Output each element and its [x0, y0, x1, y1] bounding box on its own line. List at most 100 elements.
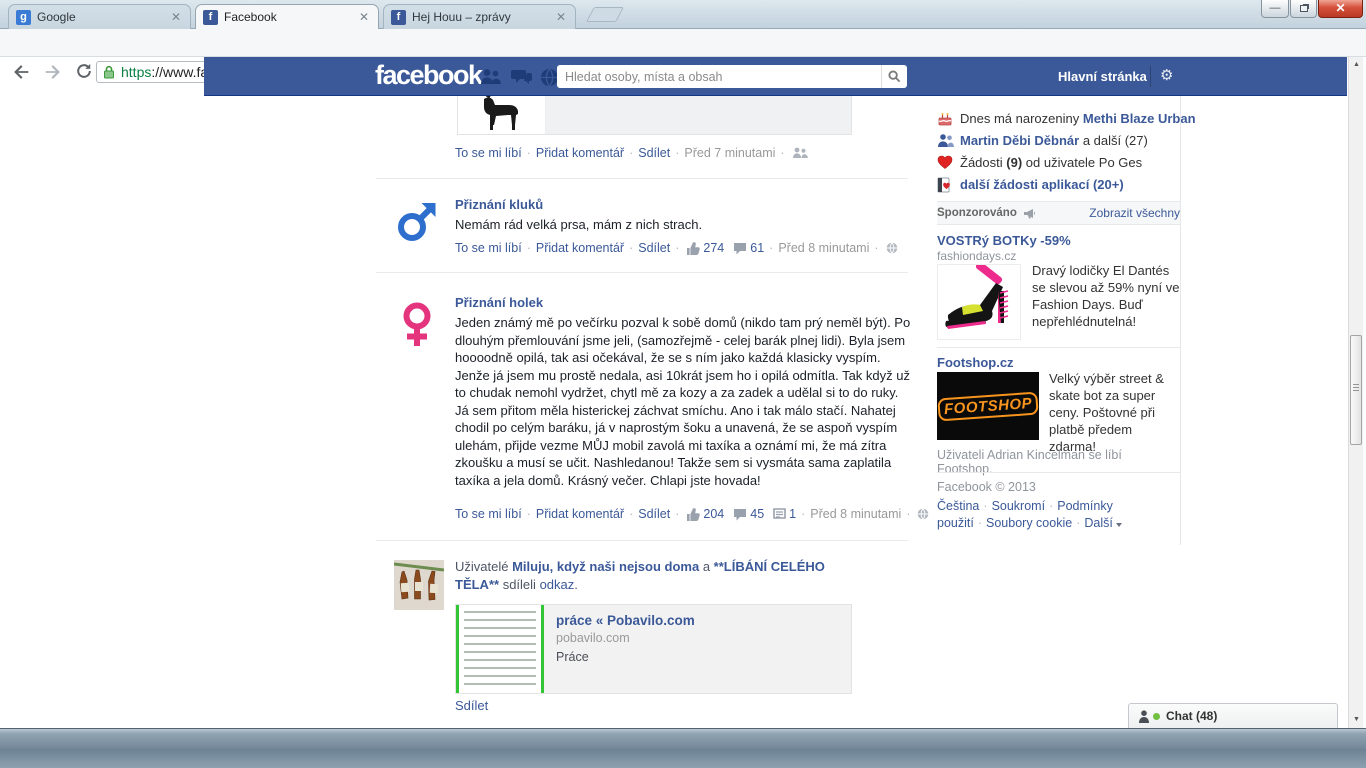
column-separator — [1180, 96, 1181, 545]
footer-link-cookies[interactable]: Soubory cookie — [974, 516, 1072, 530]
minimize-button[interactable]: — — [1261, 0, 1289, 18]
link-word[interactable]: odkaz — [540, 577, 575, 592]
share-link[interactable]: Sdílet — [638, 507, 670, 521]
share-count[interactable]: 1 — [789, 507, 796, 521]
tab-close-icon[interactable]: ✕ — [169, 10, 183, 24]
story-header: Uživatelé Miluju, když naši nejsou doma … — [455, 558, 845, 593]
windows-taskbar: S CS ▲ 15:14 18.5.2013 — [0, 728, 1366, 768]
post-attachment-preview[interactable] — [457, 96, 852, 135]
secure-lock-icon[interactable] — [103, 65, 115, 79]
home-link[interactable]: Hlavní stránka — [1058, 69, 1147, 84]
browser-toolbar: https://www.facebook.com ☆ — [0, 29, 1366, 83]
browser-tab-google[interactable]: g Google ✕ — [8, 4, 191, 29]
page-avatar-bottles[interactable] — [394, 560, 444, 610]
footer-link-language[interactable]: Čeština — [937, 499, 979, 513]
search-icon — [888, 70, 901, 83]
birthday-text: Dnes má narozeniny — [960, 111, 1080, 126]
comment-count-icon — [733, 508, 747, 521]
ad2-footshop-image[interactable]: FOOTSHOP — [937, 372, 1039, 440]
app-requests-link[interactable]: další žádosti aplikací (20+) — [960, 177, 1124, 192]
tab-close-icon[interactable]: ✕ — [357, 10, 371, 24]
heart-icon — [937, 155, 954, 171]
share-link[interactable]: Sdílet — [455, 698, 488, 713]
back-button[interactable] — [10, 61, 34, 83]
page-avatar-male-symbol[interactable] — [394, 199, 440, 245]
page-link-1[interactable]: Miluju, když naši nejsou doma — [512, 559, 699, 574]
share-link[interactable]: Sdílet — [638, 146, 670, 160]
request-name-link[interactable]: Martin Děbi Děbnár — [960, 133, 1079, 148]
ad1-title-link[interactable]: VOSTRý BOTKy -59% — [937, 233, 1071, 248]
comment-link[interactable]: Přidat komentář — [536, 241, 624, 255]
scroll-down-icon[interactable]: ▼ — [1349, 712, 1364, 728]
request-suffix: a další (27) — [1082, 133, 1148, 148]
ad1-shoe-image[interactable] — [937, 261, 1021, 340]
messages-icon[interactable] — [510, 68, 532, 86]
more-app-requests-notification[interactable]: další žádosti aplikací (20+) — [937, 176, 1180, 196]
like-link[interactable]: To se mi líbí — [455, 241, 522, 255]
comment-count[interactable]: 61 — [750, 241, 764, 255]
facebook-header: facebook Hlavní stránka ⚙ — [204, 57, 1347, 96]
sponsored-header: Sponzorováno Zobrazit všechny — [937, 201, 1180, 225]
comment-count-icon — [733, 242, 747, 255]
page-scrollbar[interactable]: ▲ ▼ — [1348, 57, 1363, 728]
reload-button[interactable] — [74, 61, 98, 83]
feed-divider — [376, 178, 908, 179]
facebook-logo[interactable]: facebook — [375, 60, 483, 91]
birthday-notification[interactable]: Dnes má narozeniny Methi Blaze Urban — [937, 110, 1196, 130]
footer-link-more[interactable]: Další — [1072, 516, 1113, 530]
link-attachment[interactable]: práce « Pobavilo.com pobavilo.com Práce — [455, 604, 852, 694]
feed-divider — [376, 540, 908, 541]
comment-link[interactable]: Přidat komentář — [536, 146, 624, 160]
friend-requests-notification[interactable]: Martin Děbi Děbnár a další (27) — [937, 132, 1180, 152]
link-description: Práce — [556, 650, 589, 664]
post-timestamp[interactable]: Před 7 minutami — [684, 146, 775, 160]
share-link[interactable]: Sdílet — [638, 241, 670, 255]
ad2-title-link[interactable]: Footshop.cz — [937, 355, 1014, 370]
story-verb: sdíleli — [502, 576, 536, 592]
new-tab-button[interactable] — [586, 7, 624, 22]
search-input[interactable] — [557, 69, 881, 84]
footshop-logo-text: FOOTSHOP — [937, 391, 1039, 421]
post-text: Nemám rád velká prsa, mám z nich strach. — [455, 217, 703, 232]
restore-button[interactable] — [1290, 0, 1317, 18]
online-status-dot — [1153, 712, 1160, 720]
scroll-up-icon[interactable]: ▲ — [1349, 57, 1364, 73]
page-avatar-female-symbol[interactable] — [394, 302, 440, 348]
birthday-name-link[interactable]: Methi Blaze Urban — [1083, 111, 1196, 126]
public-globe-icon — [917, 508, 929, 520]
footer-link-privacy[interactable]: Soukromí — [979, 499, 1045, 513]
goat-image — [458, 96, 546, 134]
scrollbar-thumb[interactable] — [1350, 335, 1362, 445]
story-prefix: Uživatelé — [455, 559, 509, 574]
post-actions: To se mi líbí Přidat komentář Sdílet Pře… — [455, 146, 808, 160]
google-favicon-icon: g — [16, 9, 31, 25]
public-globe-icon — [886, 242, 898, 254]
browser-tab-facebook[interactable]: f Facebook ✕ — [195, 4, 379, 29]
footer-links: ČeštinaSoukromíPodmínky použitíSoubory c… — [937, 498, 1175, 532]
gear-icon[interactable]: ⚙ — [1160, 66, 1173, 84]
search-button[interactable] — [881, 65, 907, 88]
like-link[interactable]: To se mi líbí — [455, 507, 522, 521]
tab-close-icon[interactable]: ✕ — [554, 10, 568, 24]
close-button[interactable]: ✕ — [1318, 0, 1363, 18]
like-link[interactable]: To se mi líbí — [455, 146, 522, 160]
browser-titlebar: g Google ✕ f Facebook ✕ f Hej Houu – zpr… — [0, 0, 1366, 29]
attachment-gray-area — [546, 96, 851, 134]
friends-icon — [937, 133, 954, 149]
like-count[interactable]: 274 — [703, 241, 724, 255]
post-timestamp[interactable]: Před 8 minutami — [810, 507, 901, 521]
page-name-link[interactable]: Přiznání holek — [455, 295, 543, 310]
link-domain: pobavilo.com — [556, 631, 630, 645]
chat-bar[interactable]: Chat (48) — [1128, 703, 1338, 728]
comment-count[interactable]: 45 — [750, 507, 764, 521]
see-all-link[interactable]: Zobrazit všechny — [1089, 206, 1180, 220]
link-title[interactable]: práce « Pobavilo.com — [556, 613, 695, 628]
browser-tab-hej-houu[interactable]: f Hej Houu – zprávy ✕ — [383, 4, 576, 29]
app-request-heart-notification[interactable]: Žádosti (9) od uživatele Po Ges — [937, 154, 1180, 174]
post-timestamp[interactable]: Před 8 minutami — [778, 241, 869, 255]
like-count[interactable]: 204 — [703, 507, 724, 521]
comment-link[interactable]: Přidat komentář — [536, 507, 624, 521]
forward-button[interactable] — [42, 61, 66, 83]
friend-requests-icon[interactable] — [480, 68, 502, 86]
page-name-link[interactable]: Přiznání kluků — [455, 197, 543, 212]
